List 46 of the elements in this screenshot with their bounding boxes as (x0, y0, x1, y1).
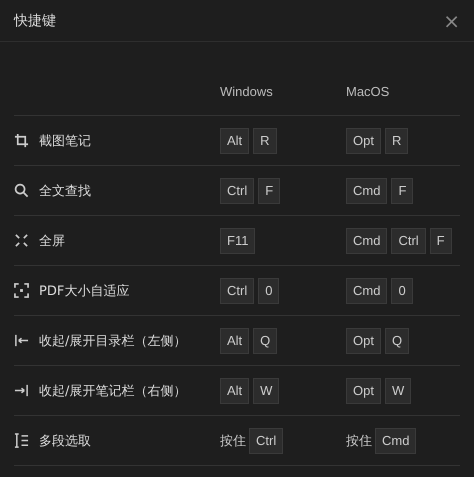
search-icon (14, 183, 29, 198)
crop-icon (14, 133, 29, 148)
key-prefix: 按住 (346, 432, 372, 450)
key-cap: Cmd (346, 228, 388, 254)
text-lines-icon (14, 433, 29, 448)
key-cap: F (430, 228, 452, 254)
key-cap: Opt (346, 378, 381, 404)
key-cap: Q (253, 328, 278, 354)
key-cap: Cmd (375, 428, 416, 454)
column-header: MacOS (346, 84, 390, 98)
key-cap: Ctrl (220, 278, 254, 304)
column-header: Windows (220, 84, 274, 98)
shortcut-label: 收起/展开目录栏（左侧） (39, 332, 186, 350)
key-cap: Cmd (346, 178, 388, 204)
key-cap: F (391, 178, 414, 204)
key-cap: Alt (220, 128, 250, 154)
key-cap: F (258, 178, 280, 204)
key-cap: Alt (220, 378, 250, 404)
close-button[interactable]: × (443, 10, 460, 30)
key-cap: Alt (220, 328, 250, 354)
fit-frame-icon (14, 283, 29, 298)
key-cap: W (384, 378, 412, 404)
expand-arrows-icon (14, 233, 29, 248)
key-cap: Cmd (346, 278, 388, 304)
key-cap: 0 (258, 278, 280, 304)
window-title: 快捷键 (14, 12, 56, 30)
key-cap: Opt (346, 128, 381, 154)
key-cap: Ctrl (391, 228, 426, 254)
shortcut-label: 收起/展开笔记栏（右侧） (39, 382, 186, 400)
key-cap: Ctrl (220, 178, 254, 204)
key-cap: R (253, 128, 277, 154)
collapse-left-icon (14, 333, 29, 348)
shortcut-label: 全屏 (39, 232, 65, 250)
collapse-right-icon (14, 383, 29, 398)
key-cap: W (253, 378, 280, 404)
key-cap: 0 (391, 278, 413, 304)
shortcut-label: 截图笔记 (39, 132, 91, 150)
shortcut-label: 多段选取 (39, 432, 91, 450)
key-prefix: 按住 (220, 432, 246, 450)
shortcut-label: PDF大小自适应 (39, 282, 130, 300)
shortcut-label: 全文查找 (39, 182, 91, 200)
key-cap: Opt (346, 328, 381, 354)
key-cap: Q (384, 328, 410, 354)
key-cap: F11 (220, 228, 256, 254)
key-cap: R (384, 128, 408, 154)
key-cap: Ctrl (249, 428, 284, 454)
